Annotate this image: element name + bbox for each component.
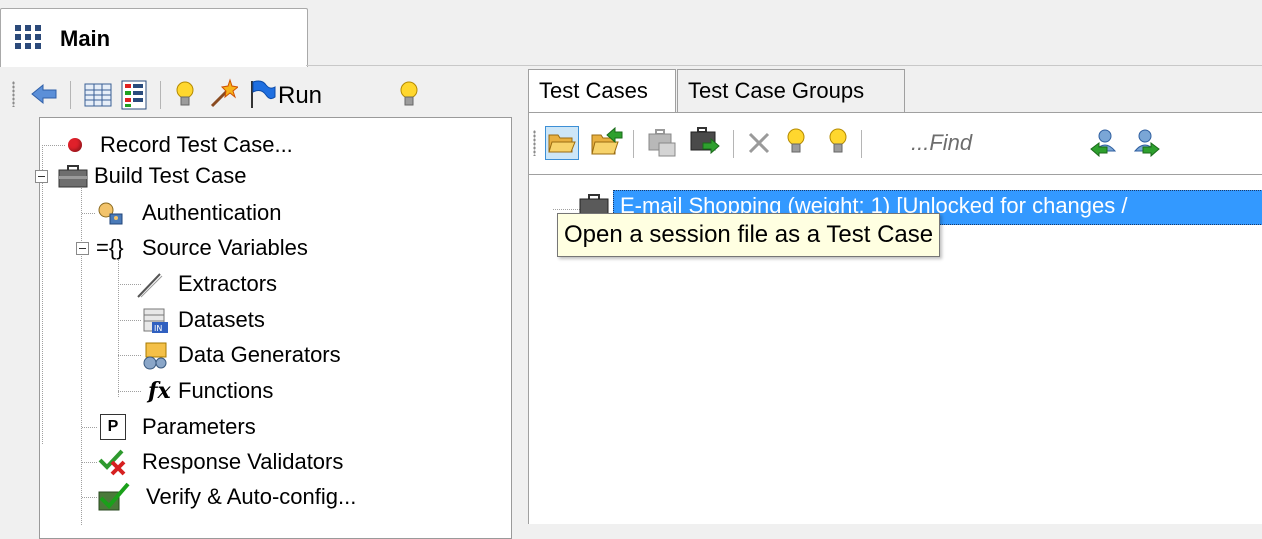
find-user-next-icon[interactable]	[1129, 127, 1161, 157]
tree-line	[82, 462, 98, 463]
tree-item-build-test-case[interactable]: Build Test Case	[35, 159, 504, 193]
tree-line	[82, 213, 96, 214]
tree-panel: Record Test Case... Build Test Case Auth…	[35, 117, 512, 539]
fx-icon: fx	[148, 378, 171, 404]
collapse-toggle[interactable]	[76, 242, 89, 255]
toolbar-separator	[861, 130, 862, 158]
tree-item-data-generators[interactable]: Data Generators	[118, 338, 498, 372]
tree-item-label: Record Test Case...	[100, 132, 293, 157]
tree-item-record-test-case[interactable]: Record Test Case...	[44, 128, 504, 162]
find-input[interactable]: ...Find	[911, 130, 972, 156]
grid-icon	[15, 25, 41, 49]
lightbulb-icon[interactable]	[785, 127, 807, 157]
tree-item-label: Verify & Auto-config...	[146, 484, 357, 509]
tab-test-cases[interactable]: Test Cases	[528, 69, 676, 114]
tree-item-label: Source Variables	[142, 235, 308, 260]
toolbar-separator	[160, 81, 161, 109]
tab-label: Test Case Groups	[688, 78, 865, 103]
toolbar-grip[interactable]	[533, 130, 536, 156]
colored-list-icon[interactable]	[120, 80, 148, 110]
magic-wand-icon[interactable]	[208, 78, 238, 110]
tree-item-source-variables[interactable]: ={} Source Variables	[76, 231, 500, 265]
toolbar-separator	[633, 130, 634, 158]
open-folder-arrow-icon[interactable]	[591, 127, 623, 157]
tree-line	[118, 391, 142, 392]
lightbulb-icon[interactable]	[827, 127, 849, 157]
pipette-icon	[137, 273, 163, 298]
tree-item-functions[interactable]: fx Functions	[118, 374, 498, 408]
tree-item-label: Data Generators	[178, 342, 341, 367]
table-icon[interactable]	[84, 82, 112, 108]
main-tab-title: Main	[60, 26, 111, 51]
user-key-icon	[98, 202, 123, 225]
briefcase-add-icon[interactable]	[689, 127, 721, 157]
toolbar-grip[interactable]	[12, 81, 15, 107]
briefcase-icon	[58, 165, 88, 188]
svg-text:IN: IN	[154, 324, 162, 333]
tree-item-label: Response Validators	[142, 449, 344, 474]
tab-strip-border	[306, 65, 1262, 66]
run-button[interactable]: Run	[278, 82, 322, 110]
blue-flag-icon[interactable]	[248, 79, 276, 109]
tab-label: Test Cases	[539, 78, 648, 103]
dataset-icon: IN	[143, 308, 168, 333]
tree-item-label: Datasets	[178, 307, 265, 332]
find-user-back-icon[interactable]	[1089, 127, 1121, 157]
tree-item-extractors[interactable]: Extractors	[118, 267, 498, 301]
open-folder-icon	[548, 134, 576, 153]
tree-item-label: Authentication	[142, 200, 282, 225]
lightbulb-icon[interactable]	[174, 80, 196, 110]
tree-line	[118, 320, 142, 321]
left-toolbar: Run	[10, 72, 510, 116]
tree-line	[118, 355, 142, 356]
briefcase-copy-icon[interactable]	[647, 129, 677, 157]
main-tab[interactable]	[0, 8, 308, 67]
tree-line	[82, 427, 98, 428]
tab-test-case-groups[interactable]: Test Case Groups	[677, 69, 905, 113]
verify-check-icon	[98, 482, 130, 511]
tree-item-label: Functions	[178, 378, 274, 403]
right-toolbar: ...Find	[528, 112, 1262, 175]
tooltip: Open a session file as a Test Case	[557, 213, 941, 257]
tree-item-datasets[interactable]: IN Datasets	[118, 303, 498, 337]
tree-item-response-validators[interactable]: Response Validators	[80, 445, 500, 479]
toolbar-separator	[733, 130, 734, 158]
data-generator-icon	[143, 342, 167, 370]
back-arrow-icon[interactable]	[30, 82, 58, 106]
parameter-p-icon: P	[100, 414, 126, 440]
collapse-toggle[interactable]	[35, 170, 48, 183]
tree-line	[42, 145, 43, 445]
toolbar-separator	[70, 81, 71, 109]
tree-item-parameters[interactable]: P Parameters	[80, 410, 500, 444]
open-session-button[interactable]	[545, 126, 579, 160]
braces-icon: ={}	[96, 235, 124, 260]
record-dot-icon	[68, 138, 82, 152]
tree-item-label: Build Test Case	[94, 163, 247, 188]
tree-item-label: Parameters	[142, 414, 256, 439]
lightbulb-icon[interactable]	[398, 80, 420, 110]
tree-item-verify-auto-config[interactable]: Verify & Auto-config...	[80, 480, 500, 514]
validator-check-icon	[98, 449, 126, 476]
tree-item-authentication[interactable]: Authentication	[80, 196, 500, 230]
tree-item-label: Extractors	[178, 271, 278, 296]
delete-x-icon[interactable]	[747, 131, 771, 155]
